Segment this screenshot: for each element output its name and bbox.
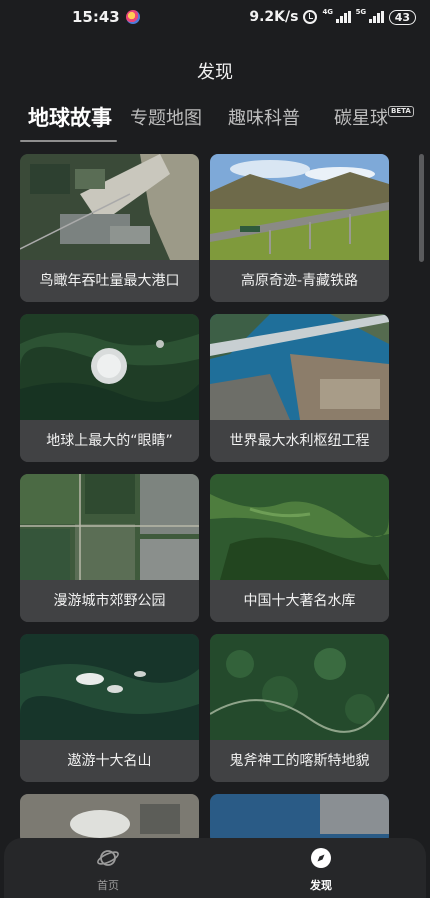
story-card-park[interactable]: 漫游城市郊野公园 [20, 474, 199, 622]
bottom-nav: 首页 发现 [4, 838, 426, 898]
telescope-satellite-image [20, 314, 199, 420]
app-notification-icon [125, 10, 140, 24]
battery-icon: 43 [388, 9, 416, 25]
nav-home[interactable]: 首页 [68, 846, 148, 893]
tab-earth-stories[interactable]: 地球故事 [28, 102, 112, 132]
tab-carbon-planet[interactable]: 碳星球 [334, 104, 388, 130]
story-card-partial-right[interactable] [210, 794, 389, 844]
port-satellite-image [20, 154, 199, 260]
story-card-railway[interactable]: 高原奇迹-青藏铁路 [210, 154, 389, 302]
nav-discover[interactable]: 发现 [281, 846, 361, 893]
status-bar: 15:43 9.2K/s 4G 5G 43 [0, 0, 430, 34]
story-card-label: 高原奇迹-青藏铁路 [210, 260, 389, 302]
story-card-partial-left[interactable] [20, 794, 199, 844]
nav-discover-label: 发现 [310, 879, 332, 892]
story-card-label: 遨游十大名山 [20, 740, 199, 782]
page-title: 发现 [197, 62, 233, 83]
scrollbar[interactable] [419, 154, 424, 262]
story-card-label: 鬼斧神工的喀斯特地貌 [210, 740, 389, 782]
signal-1-type: 4G [322, 8, 334, 16]
story-card-label: 中国十大著名水库 [210, 580, 389, 622]
karst-satellite-image [210, 634, 389, 740]
story-card-telescope[interactable]: 地球上最大的“眼睛” [20, 314, 199, 462]
story-card-label: 漫游城市郊野公园 [20, 580, 199, 622]
tab-thematic-maps[interactable]: 专题地图 [130, 104, 202, 130]
story-card-karst[interactable]: 鬼斧神工的喀斯特地貌 [210, 634, 389, 782]
beta-badge: BETA [388, 106, 414, 117]
story-card-mountains[interactable]: 遨游十大名山 [20, 634, 199, 782]
tab-bar: 地球故事 专题地图 趣味科普 碳星球 BETA [0, 104, 430, 144]
alarm-icon [303, 10, 318, 24]
signal-2-type: 5G [355, 8, 367, 16]
story-card-label: 鸟瞰年吞吐量最大港口 [20, 260, 199, 302]
nav-home-label: 首页 [97, 879, 119, 892]
railway-photo-image [210, 154, 389, 260]
compass-icon [311, 848, 331, 868]
reservoir-satellite-image [210, 474, 389, 580]
partial-coast-image [210, 794, 389, 844]
dam-satellite-image [210, 314, 389, 420]
mountains-satellite-image [20, 634, 199, 740]
story-card-reservoir[interactable]: 中国十大著名水库 [210, 474, 389, 622]
signal-icon [336, 11, 351, 23]
story-card-port[interactable]: 鸟瞰年吞吐量最大港口 [20, 154, 199, 302]
story-card-dam[interactable]: 世界最大水利枢纽工程 [210, 314, 389, 462]
planet-icon [97, 850, 119, 866]
story-card-label: 世界最大水利枢纽工程 [210, 420, 389, 462]
tab-fun-science[interactable]: 趣味科普 [228, 104, 300, 130]
signal-icon-2 [369, 11, 384, 23]
active-tab-indicator [20, 140, 117, 142]
partial-city-image [20, 794, 199, 844]
status-time: 15:43 [72, 8, 120, 26]
story-card-label: 地球上最大的“眼睛” [20, 420, 199, 462]
park-satellite-image [20, 474, 199, 580]
net-speed: 9.2K/s [249, 9, 299, 25]
